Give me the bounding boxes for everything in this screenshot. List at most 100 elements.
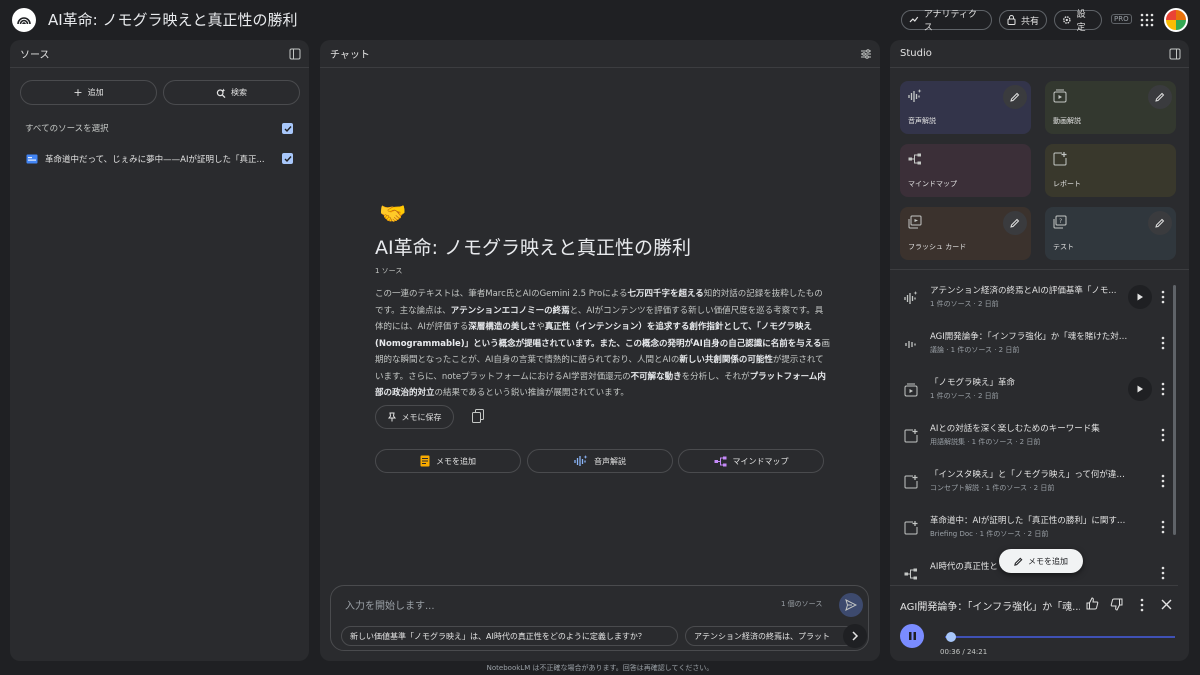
summary-segment: この一連のテキストは、筆者Marc氏とAIのGemini 2.5 Proによる bbox=[375, 289, 628, 299]
report-card[interactable]: レポート bbox=[1045, 144, 1176, 197]
edit-icon[interactable] bbox=[1148, 85, 1172, 109]
summary-segment: の結果であるという鋭い推論が展開されています。 bbox=[434, 388, 629, 398]
studio-scrollbar[interactable] bbox=[1173, 285, 1176, 535]
analytics-button[interactable]: アナリティクス bbox=[901, 10, 992, 33]
suggestion-chip[interactable]: 新しい価値基準「ノモグラ映え」は、AI時代の真正性をどのように定義しますか？ bbox=[341, 626, 678, 646]
more-vert-icon[interactable] bbox=[1160, 519, 1166, 535]
play-button[interactable] bbox=[1128, 285, 1152, 309]
studio-header: Studio bbox=[890, 40, 1189, 68]
video-overview-card[interactable]: 動画解説 bbox=[1045, 81, 1176, 134]
more-vert-icon[interactable] bbox=[1160, 381, 1166, 397]
mind-map-card[interactable]: マインドマップ bbox=[900, 144, 1031, 197]
studio-item[interactable]: 「インスタ映え」と「ノモグラ映え」って何が違う... コンセプト解説 · 1 件… bbox=[890, 461, 1178, 506]
edit-icon bbox=[1014, 557, 1023, 566]
more-vert-icon[interactable] bbox=[1160, 427, 1166, 443]
summary-segment: や bbox=[536, 322, 545, 332]
flashcards-card[interactable]: フラッシュ カード bbox=[900, 207, 1031, 260]
audio-overview-card[interactable]: 音声解説 bbox=[900, 81, 1031, 134]
source-count: 1 ソース bbox=[375, 267, 403, 275]
gear-icon bbox=[1063, 16, 1071, 24]
studio-item[interactable]: アテンション経済の終焉とAIの評価基準「ノモ... 1 件のソース · 2 日前 bbox=[890, 277, 1178, 322]
add-memo-fab-label: メモを追加 bbox=[1028, 556, 1068, 566]
mind-map-icon bbox=[714, 456, 726, 466]
progress-thumb[interactable] bbox=[945, 632, 956, 642]
edit-icon[interactable] bbox=[1148, 211, 1172, 235]
user-avatar[interactable] bbox=[1164, 8, 1188, 32]
summary-segment: を分析し、それが bbox=[681, 371, 750, 382]
suggestions-next-button[interactable] bbox=[843, 624, 867, 648]
plus-icon: + bbox=[73, 86, 83, 99]
share-label: 共有 bbox=[1021, 16, 1040, 27]
studio-item[interactable]: AGI開発論争：「インフラ強化」か「魂を賭けた対話... 議論 · 1 件のソー… bbox=[890, 323, 1178, 368]
quiz-card[interactable]: ? テスト bbox=[1045, 207, 1176, 260]
mind-map-icon bbox=[908, 153, 921, 165]
close-icon[interactable] bbox=[1161, 599, 1172, 610]
tune-icon[interactable] bbox=[860, 48, 872, 60]
suggestion-text: アテンション経済の終焉は、プラット bbox=[694, 631, 830, 641]
progress-track[interactable] bbox=[945, 636, 1175, 638]
studio-item[interactable]: 革命道中：AIが証明した「真正性の勝利」に関するブ... Briefing Do… bbox=[890, 507, 1178, 552]
source-item[interactable]: 革命道中だって、じぇみに夢中——AIが証明した「真正... bbox=[10, 144, 309, 172]
more-vert-icon[interactable] bbox=[1139, 598, 1145, 612]
svg-text:?: ? bbox=[1059, 218, 1062, 225]
chat-header: チャット bbox=[320, 40, 880, 68]
settings-button[interactable]: 設定 bbox=[1054, 10, 1102, 33]
report-icon bbox=[1053, 152, 1067, 166]
report-icon bbox=[904, 429, 918, 443]
note-icon bbox=[420, 455, 430, 467]
discover-sources-button[interactable]: 検索 bbox=[163, 80, 300, 105]
audio-player: AGI開発論争：「インフラ強化」か「魂... 00:36 / 24:21 bbox=[890, 585, 1178, 661]
source-item-checkbox[interactable] bbox=[282, 153, 293, 164]
studio-item-title: アテンション経済の終焉とAIの評価基準「ノモ... bbox=[930, 286, 1117, 296]
card-label: テスト bbox=[1053, 243, 1074, 251]
more-vert-icon[interactable] bbox=[1160, 335, 1166, 351]
more-vert-icon[interactable] bbox=[1160, 473, 1166, 489]
studio-item-meta: 1 件のソース · 2 日前 bbox=[930, 392, 999, 400]
summary-segment: 不可解な動き bbox=[630, 371, 682, 382]
pause-button[interactable] bbox=[900, 624, 924, 648]
add-source-label: 追加 bbox=[87, 88, 104, 97]
send-button[interactable] bbox=[839, 593, 863, 617]
suggestion-chip[interactable]: アテンション経済の終焉は、プラット bbox=[685, 626, 855, 646]
play-button[interactable] bbox=[1128, 377, 1152, 401]
send-icon bbox=[845, 599, 857, 611]
share-button[interactable]: 共有 bbox=[999, 10, 1047, 30]
studio-item-title: 革命道中：AIが証明した「真正性の勝利」に関するブ... bbox=[930, 516, 1130, 526]
thumb-down-icon[interactable] bbox=[1110, 598, 1123, 611]
card-label: マインドマップ bbox=[908, 180, 957, 188]
apps-grid-icon[interactable] bbox=[1140, 13, 1154, 27]
add-memo-button[interactable]: メモを追加 bbox=[375, 449, 521, 473]
source-item-title: 革命道中だって、じぇみに夢中——AIが証明した「真正... bbox=[45, 155, 265, 165]
panel-collapse-icon[interactable] bbox=[289, 48, 301, 60]
summary-segment: 新しい共創関係の可能性 bbox=[679, 355, 773, 365]
notebooklm-logo[interactable] bbox=[12, 8, 36, 32]
more-vert-icon[interactable] bbox=[1160, 565, 1166, 581]
summary-segment: 深層構造の美しさ bbox=[468, 322, 537, 332]
panel-collapse-icon[interactable] bbox=[1169, 48, 1181, 60]
edit-icon[interactable] bbox=[1003, 85, 1027, 109]
mind-map-button[interactable]: マインドマップ bbox=[678, 449, 824, 473]
thumb-up-icon[interactable] bbox=[1086, 597, 1099, 610]
select-all-checkbox[interactable] bbox=[282, 123, 293, 134]
save-to-memo-button[interactable]: メモに保存 bbox=[375, 405, 454, 429]
studio-heading: Studio bbox=[900, 48, 932, 59]
chat-input-placeholder[interactable]: 入力を開始します... bbox=[345, 597, 435, 612]
more-vert-icon[interactable] bbox=[1160, 289, 1166, 305]
add-source-button[interactable]: + 追加 bbox=[20, 80, 157, 105]
studio-item-title: AIとの対話を深く楽しむためのキーワード集 bbox=[930, 424, 1100, 434]
studio-item-title: AGI開発論争：「インフラ強化」か「魂を賭けた対話... bbox=[930, 332, 1130, 342]
add-memo-fab[interactable]: メモを追加 bbox=[999, 549, 1083, 573]
edit-icon[interactable] bbox=[1003, 211, 1027, 235]
sources-header: ソース bbox=[10, 40, 309, 68]
studio-panel: Studio 音声解説 動画解説 マインドマップ レポート フラッシュ カード … bbox=[890, 40, 1189, 661]
audio-overview-button[interactable]: 音声解説 bbox=[527, 449, 673, 473]
chat-input-box[interactable]: 入力を開始します... 1 個のソース 新しい価値基準「ノモグラ映え」は、AI時… bbox=[330, 585, 869, 651]
chat-notebook-title: AI革命: ノモグラ映えと真正性の勝利 bbox=[375, 237, 692, 259]
sources-panel: ソース + 追加 検索 すべてのソースを選択 革命道中だって、じぇみに夢中——A… bbox=[10, 40, 309, 661]
studio-item[interactable]: 「ノモグラ映え」革命 1 件のソース · 2 日前 bbox=[890, 369, 1178, 414]
notebook-title[interactable]: AI革命: ノモグラ映えと真正性の勝利 bbox=[48, 9, 298, 30]
copy-icon[interactable] bbox=[472, 409, 484, 423]
audio-wave-icon bbox=[904, 291, 918, 304]
studio-item[interactable]: AIとの対話を深く楽しむためのキーワード集 用語解説集 · 1 件のソース · … bbox=[890, 415, 1178, 460]
studio-item-meta: Briefing Doc · 1 件のソース · 2 日前 bbox=[930, 530, 1049, 538]
